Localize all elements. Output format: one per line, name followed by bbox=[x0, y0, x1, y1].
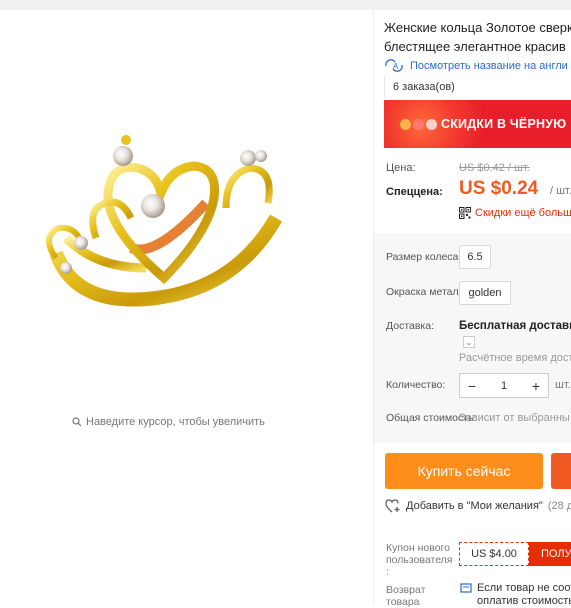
returns-info: Если товар не соот оплатив стоимость bbox=[460, 582, 571, 608]
translate-link-text[interactable]: Посмотреть название на англи bbox=[410, 60, 568, 72]
coupon-amount: US $4.00 bbox=[459, 542, 529, 566]
translate-icon: A bbox=[385, 59, 403, 72]
wishlist-count: (28 до bbox=[547, 500, 571, 512]
promo-dots-icon bbox=[400, 119, 437, 130]
svg-text:A: A bbox=[393, 62, 399, 71]
buy-now-button[interactable]: Купить сейчас bbox=[385, 453, 543, 489]
size-label: Размер колеса: bbox=[386, 251, 462, 263]
chevron-down-icon[interactable]: ⌄ bbox=[463, 336, 475, 348]
heart-add-icon bbox=[385, 499, 400, 513]
promo-banner-label: СКИДКИ В ЧЁРНУЮ bbox=[441, 117, 567, 131]
product-title-line-2: блестящее элегантное красив bbox=[384, 39, 566, 54]
returns-label: Возврат товара bbox=[386, 584, 426, 608]
add-to-cart-button[interactable] bbox=[551, 453, 571, 489]
search-icon bbox=[72, 417, 82, 427]
product-image-ring[interactable] bbox=[36, 118, 296, 328]
info-icon bbox=[460, 583, 472, 593]
quantity-minus-button[interactable]: − bbox=[460, 374, 484, 397]
sale-price-label: Спеццена: bbox=[386, 186, 443, 198]
shipping-label: Доставка: bbox=[386, 320, 435, 332]
get-coupon-button[interactable]: ПОЛУ bbox=[529, 542, 571, 566]
returns-line-2: оплатив стоимость bbox=[477, 595, 571, 607]
discount-link[interactable]: Скидки ещё больш bbox=[459, 207, 571, 219]
quantity-stepper[interactable]: − 1 + bbox=[459, 373, 549, 398]
product-title-line-1: Женские кольца Золотое сверк bbox=[384, 20, 571, 35]
shipping-eta: Расчётное время дост bbox=[459, 352, 571, 364]
product-title: Женские кольца Золотое сверк блестящее э… bbox=[384, 18, 571, 56]
quantity-unit: шт. bbox=[555, 379, 571, 391]
color-option[interactable]: golden bbox=[459, 281, 511, 305]
top-strip bbox=[0, 0, 571, 10]
old-price: US $0.42 / шт. bbox=[459, 162, 530, 174]
wishlist-link[interactable]: Добавить в "Мои желания" (28 до bbox=[385, 499, 571, 513]
quantity-plus-button[interactable]: + bbox=[524, 374, 548, 397]
discount-link-text[interactable]: Скидки ещё больш bbox=[475, 207, 571, 219]
total-value: Зависит от выбранны bbox=[459, 412, 570, 424]
qr-code-icon bbox=[459, 207, 471, 219]
quantity-input[interactable]: 1 bbox=[484, 380, 524, 392]
promo-banner[interactable]: СКИДКИ В ЧЁРНУЮ bbox=[384, 100, 571, 148]
zoom-hint-text: Наведите курсор, чтобы увеличить bbox=[86, 416, 265, 428]
coupon-label: Купон нового пользователя : bbox=[386, 542, 453, 578]
sale-price: US $0.24 bbox=[459, 178, 539, 199]
zoom-hint: Наведите курсор, чтобы увеличить bbox=[72, 416, 265, 428]
orders-count: 6 заказа(ов) bbox=[393, 81, 455, 93]
sale-price-unit: / шт. bbox=[550, 185, 571, 197]
quantity-label: Количество: bbox=[386, 379, 446, 391]
price-label: Цена: bbox=[386, 162, 416, 174]
shipping-value[interactable]: Бесплатная доставка bbox=[459, 320, 571, 332]
returns-line-1: Если товар не соот bbox=[477, 582, 571, 594]
wishlist-text[interactable]: Добавить в "Мои желания" bbox=[406, 500, 543, 512]
size-option[interactable]: 6.5 bbox=[459, 245, 491, 269]
translate-link[interactable]: A Посмотреть название на англи bbox=[384, 59, 568, 72]
coupon[interactable]: US $4.00 ПОЛУ bbox=[459, 542, 571, 566]
